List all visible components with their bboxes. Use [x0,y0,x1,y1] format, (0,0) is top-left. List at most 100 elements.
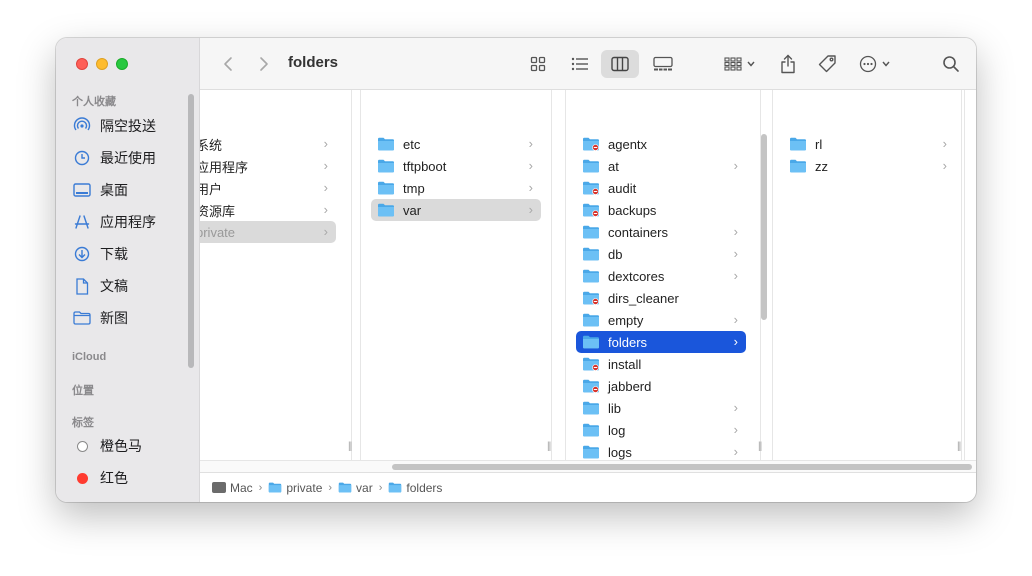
downloads-icon [72,245,92,263]
column-3-item[interactable]: containers › [576,221,746,243]
column-4-item-rl[interactable]: rl › [783,133,955,155]
sidebar-section-tags[interactable]: 标签 [72,414,94,430]
column-4-item-zz[interactable]: zz › [783,155,955,177]
column-2-item-etc[interactable]: etc › [371,133,541,155]
path-separator: › [378,481,383,494]
column-browser: 系统 › 应用程序 › 用户 › 资源库 › private › || etc › [200,90,976,460]
folder-icon [72,309,92,327]
path-label: Mac [230,480,253,495]
chevron-right-icon: › [528,202,533,217]
forward-button[interactable] [250,50,278,78]
sidebar-tag-orange-horse[interactable]: 橙色马 [72,434,190,458]
path-item-var[interactable]: var [338,481,373,495]
chevron-right-icon: › [733,224,738,239]
sidebar-item-downloads[interactable]: 下载 [72,242,190,266]
item-name: zz [815,158,828,174]
column-resize-handle[interactable]: || [547,441,551,452]
sidebar-tag-red[interactable]: 红色 [72,466,190,490]
column-1-item-applications[interactable]: 应用程序 › [200,155,336,177]
share-button[interactable] [774,50,802,78]
tags-button[interactable] [812,50,842,78]
folder-icon [377,137,395,151]
column-1-item-library[interactable]: 资源库 › [200,199,336,221]
chevron-right-icon: › [733,268,738,283]
column-3-item[interactable]: at › [576,155,746,177]
column-3-item[interactable]: audit [576,177,746,199]
action-menu-button[interactable] [854,50,896,78]
column-3-item[interactable]: db › [576,243,746,265]
column-3-item[interactable]: folders › [576,331,746,353]
search-button[interactable] [936,50,966,78]
column-2-item-tftpboot[interactable]: tftpboot › [371,155,541,177]
sidebar-scrollbar[interactable] [188,94,194,368]
column-3-item[interactable]: logs › [576,441,746,460]
column-3-item[interactable]: lib › [576,397,746,419]
column-resize-handle[interactable]: || [758,441,762,452]
chevron-right-icon: › [323,224,328,239]
group-button[interactable] [720,50,760,78]
list-view-button[interactable] [566,50,594,78]
finder-window: 个人收藏 隔空投送 最近使用 桌面 应用程序 下载 文稿 新图 iCloud 位… [56,38,976,502]
column-2-item-tmp[interactable]: tmp › [371,177,541,199]
folder-icon [377,203,395,217]
chevron-right-icon: › [733,246,738,261]
sidebar-section-icloud[interactable]: iCloud [72,351,106,363]
column-3-scrollbar[interactable] [761,134,767,320]
chevron-right-icon: › [323,202,328,217]
column-3-item[interactable]: log › [576,419,746,441]
column-2-item-var[interactable]: var › [371,199,541,221]
folder-icon [582,423,600,437]
column-2: etc › tftpboot › tmp › var › || [360,90,552,460]
column-1-item-private[interactable]: private › [200,221,336,243]
gallery-view-button[interactable] [648,50,678,78]
column-1: 系统 › 应用程序 › 用户 › 资源库 › private › || [200,90,352,460]
chevron-right-icon: › [528,136,533,151]
sidebar-item-airdrop[interactable]: 隔空投送 [72,114,190,138]
column-resize-handle[interactable]: || [957,441,961,452]
column-3-item[interactable]: empty › [576,309,746,331]
column-resize-handle[interactable]: || [348,441,352,452]
toolbar: folders [200,38,976,90]
item-name: folders [608,334,648,350]
locked-folder-icon [582,357,600,371]
column-3-item[interactable]: backups [576,199,746,221]
column-1-item-users[interactable]: 用户 › [200,177,336,199]
chevron-right-icon [260,57,268,71]
column-3-item[interactable]: jabberd [576,375,746,397]
column-3-item[interactable]: install [576,353,746,375]
sidebar-item-documents[interactable]: 文稿 [72,274,190,298]
locked-folder-icon [582,291,600,305]
horizontal-scrollbar[interactable] [392,464,972,470]
item-name: dirs_cleaner [608,290,679,306]
item-name: tftpboot [403,158,447,174]
search-icon [943,56,959,72]
column-3-item[interactable]: dextcores › [576,265,746,287]
columns-icon [611,56,629,72]
path-item-private[interactable]: private [268,481,322,495]
zoom-window-button[interactable] [116,58,128,70]
item-name: log [608,422,626,438]
close-window-button[interactable] [76,58,88,70]
documents-icon [72,277,92,295]
sidebar-item-applications[interactable]: 应用程序 [72,210,190,234]
path-item-folders[interactable]: folders [388,481,442,495]
path-item-mac[interactable]: Mac [212,481,253,495]
chevron-right-icon: › [323,136,328,151]
column-3-item[interactable]: dirs_cleaner [576,287,746,309]
item-name: db [608,246,623,262]
locked-folder-icon [582,137,600,151]
icon-view-button[interactable] [524,50,552,78]
back-button[interactable] [214,50,242,78]
folder-icon [582,269,600,283]
item-name: tmp [403,180,425,196]
column-1-item-system[interactable]: 系统 › [200,133,336,155]
minimize-window-button[interactable] [96,58,108,70]
sidebar-item-recents[interactable]: 最近使用 [72,146,190,170]
column-view-button[interactable] [601,50,639,78]
sidebar-item-new-folder[interactable]: 新图 [72,306,190,330]
sidebar-section-locations[interactable]: 位置 [72,382,94,398]
sidebar-item-desktop[interactable]: 桌面 [72,178,190,202]
window-title: folders [288,54,339,71]
column-3-item[interactable]: agentx [576,133,746,155]
item-name: lib [608,400,622,416]
